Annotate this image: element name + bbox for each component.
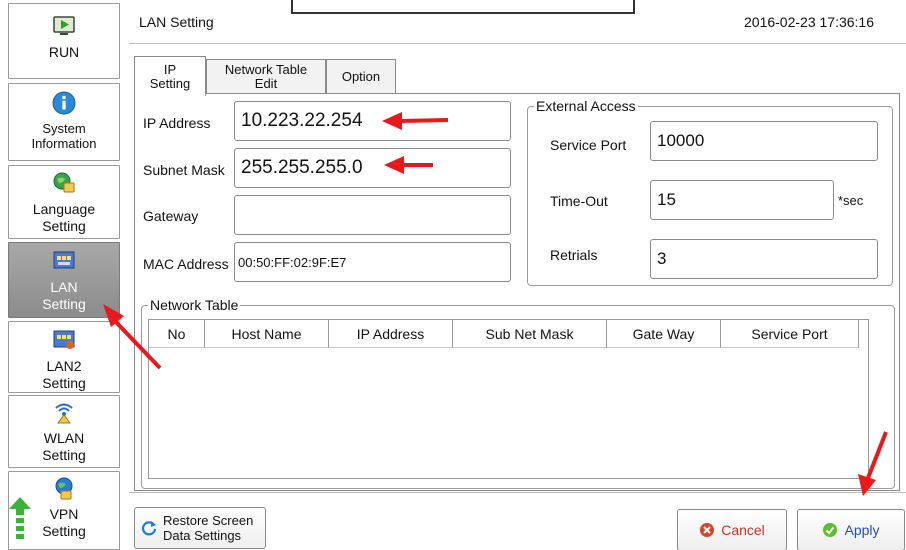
tab-label: Option — [341, 69, 381, 84]
network-table-legend: Network Table — [150, 297, 239, 313]
network-table: No Host Name IP Address Sub Net Mask Gat… — [148, 319, 869, 479]
sidebar-item-label: RUN — [48, 44, 80, 60]
apply-label: Apply — [844, 522, 880, 538]
service-port-label: Service Port — [550, 137, 627, 153]
mac-address-field: 00:50:FF:02:9F:E7 — [234, 242, 511, 282]
sidebar-item-lan2-setting[interactable]: LAN2 Setting — [8, 321, 120, 393]
info-icon — [52, 91, 76, 115]
time-out-label: Time-Out — [550, 193, 608, 209]
sidebar-item-label: System Information — [31, 121, 97, 151]
lan2-icon — [52, 328, 76, 352]
column-header-sub-net-mask[interactable]: Sub Net Mask — [453, 320, 607, 348]
vpn-icon — [52, 476, 76, 500]
refresh-icon — [141, 520, 157, 536]
sidebar-item-system-information[interactable]: System Information — [8, 83, 120, 161]
sidebar-item-label: LAN Setting — [42, 279, 86, 312]
time-out-field[interactable]: 15 — [650, 180, 834, 220]
restore-label: Restore Screen Data Settings — [163, 513, 254, 543]
sidebar-item-label: LAN2 Setting — [42, 358, 86, 391]
column-header-service-port[interactable]: Service Port — [721, 320, 859, 348]
ip-address-label: IP Address — [143, 115, 211, 131]
check-icon — [822, 522, 838, 538]
time-out-value: 15 — [657, 190, 676, 209]
retrials-label: Retrials — [550, 247, 598, 263]
subnet-mask-value: 255.255.255.0 — [241, 157, 363, 178]
service-port-field[interactable]: 10000 — [650, 121, 878, 161]
sidebar-item-label: VPN Setting — [42, 506, 86, 539]
sidebar-item-wlan-setting[interactable]: WLAN Setting — [8, 395, 120, 468]
footer-bar: Restore Screen Data Settings Cancel Appl… — [129, 492, 906, 550]
header-notch — [291, 0, 635, 14]
service-port-value: 10000 — [657, 131, 705, 150]
page-title: LAN Setting — [139, 14, 214, 30]
sidebar-item-language-setting[interactable]: Language Setting — [8, 165, 120, 239]
gateway-label: Gateway — [143, 208, 199, 224]
sidebar-item-lan-setting[interactable]: LAN Setting — [8, 242, 120, 318]
column-header-no[interactable]: No — [149, 320, 205, 348]
mac-address-label: MAC Address — [143, 256, 229, 272]
wlan-icon — [52, 400, 76, 424]
gateway-field[interactable] — [234, 195, 511, 235]
sidebar-nav: RUN System Information Language Setting — [0, 0, 122, 550]
retrials-field[interactable]: 3 — [650, 239, 878, 279]
column-header-host-name[interactable]: Host Name — [205, 320, 329, 348]
restore-screen-data-button[interactable]: Restore Screen Data Settings — [134, 507, 266, 549]
ip-setting-panel: IP Address 10.223.22.254 Subnet Mask 255… — [134, 93, 900, 491]
play-screen-icon — [52, 14, 76, 38]
column-header-gate-way[interactable]: Gate Way — [607, 320, 721, 348]
cancel-button[interactable]: Cancel — [677, 509, 787, 550]
sidebar-item-label: WLAN Setting — [42, 430, 86, 463]
tab-network-table-edit[interactable]: Network Table Edit — [206, 59, 326, 94]
mac-address-value: 00:50:FF:02:9F:E7 — [238, 254, 347, 270]
tab-option[interactable]: Option — [326, 59, 396, 94]
apply-button[interactable]: Apply — [797, 509, 905, 550]
time-out-unit: *sec — [838, 193, 864, 208]
language-icon — [52, 171, 76, 195]
subnet-mask-field[interactable]: 255.255.255.0 — [234, 148, 511, 188]
sidebar-item-run[interactable]: RUN — [8, 3, 120, 79]
network-table-header: No Host Name IP Address Sub Net Mask Gat… — [149, 320, 859, 348]
datetime-display: 2016-02-23 17:36:16 — [744, 14, 874, 30]
ip-address-field[interactable]: 10.223.22.254 — [234, 101, 511, 141]
tab-label: Network Table Edit — [224, 62, 308, 91]
column-header-ip-address[interactable]: IP Address — [329, 320, 453, 348]
retrials-value: 3 — [657, 249, 667, 268]
lan-icon — [52, 249, 76, 273]
header-bar: LAN Setting 2016-02-23 17:36:16 — [129, 0, 906, 44]
subnet-mask-label: Subnet Mask — [143, 162, 225, 178]
tab-ip-setting[interactable]: IP Setting — [134, 56, 206, 96]
sidebar-item-label: Language Setting — [32, 201, 96, 234]
ip-address-value: 10.223.22.254 — [241, 110, 363, 131]
cancel-icon — [699, 522, 715, 538]
tab-label: IP Setting — [149, 61, 191, 91]
scroll-up-icon[interactable] — [9, 497, 31, 547]
external-access-legend: External Access — [536, 98, 636, 114]
main-panel: LAN Setting 2016-02-23 17:36:16 IP Setti… — [129, 0, 906, 550]
cancel-label: Cancel — [721, 522, 765, 538]
